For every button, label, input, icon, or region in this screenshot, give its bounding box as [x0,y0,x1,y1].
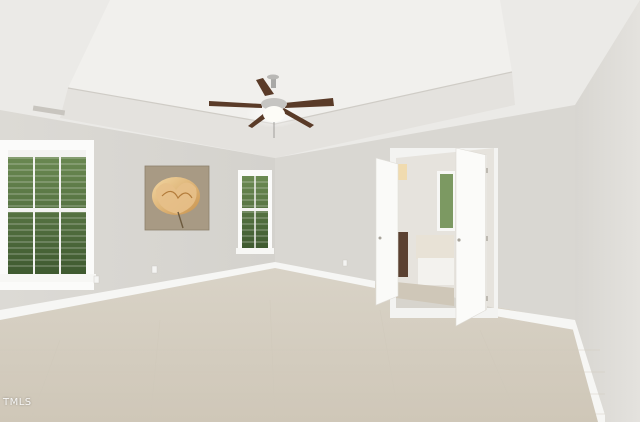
watermark-text: TMLS [3,397,32,408]
wall-outlet-back [342,259,348,267]
right-door [455,147,488,327]
left-window [0,140,96,290]
room-illustration [0,0,640,422]
bedroom-photo: TMLS [0,0,640,422]
middle-window [236,170,274,254]
wall-outlet-corner [93,275,100,284]
left-door [375,157,399,306]
flower-painting-icon [144,165,210,231]
wall-outlet-left [151,265,158,274]
